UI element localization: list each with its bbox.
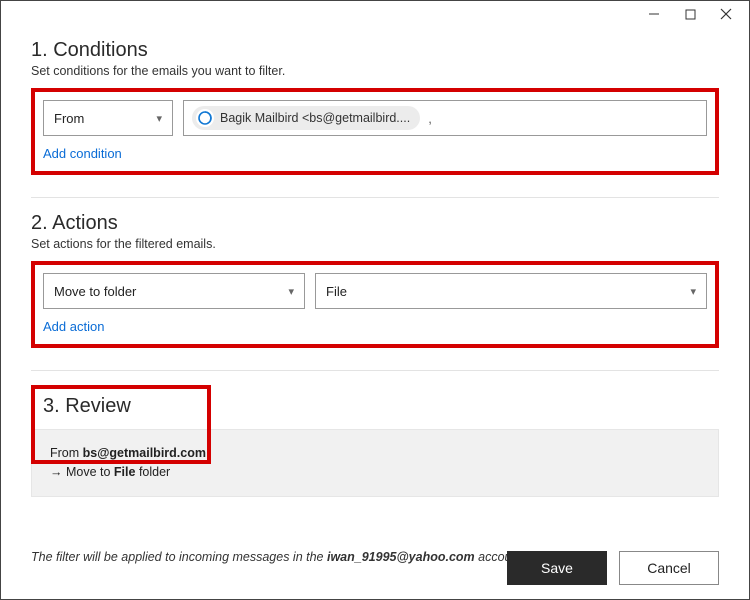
review-action-folder: File [114, 465, 136, 479]
condition-field-select[interactable]: From ▾ [43, 100, 173, 136]
minimize-button[interactable] [647, 7, 661, 21]
review-line-action: → Move to File folder [50, 463, 700, 482]
conditions-highlight-box: From ▾ Bagik Mailbird <bs@getmailbird...… [31, 88, 719, 175]
actions-title: 2. Actions [31, 212, 719, 235]
review-section: 3. Review From bs@getmailbird.com → Move… [31, 385, 719, 464]
review-action-suffix: folder [135, 465, 170, 479]
conditions-title: 1. Conditions [31, 39, 719, 62]
action-type-select[interactable]: Move to folder ▾ [43, 273, 305, 309]
footer-prefix: The filter will be applied to incoming m… [31, 550, 327, 564]
save-button[interactable]: Save [507, 551, 607, 585]
condition-field-label: From [54, 111, 84, 126]
close-button[interactable] [719, 7, 733, 21]
condition-value-input[interactable]: Bagik Mailbird <bs@getmailbird.... , [183, 100, 707, 136]
cancel-button[interactable]: Cancel [619, 551, 719, 585]
review-title: 3. Review [43, 395, 199, 418]
add-condition-link[interactable]: Add condition [43, 146, 122, 161]
dialog-button-bar: Save Cancel [507, 551, 719, 585]
review-highlight-box: 3. Review [31, 385, 211, 464]
conditions-subtitle: Set conditions for the emails you want t… [31, 64, 719, 78]
action-target-label: File [326, 284, 347, 299]
footer-account: iwan_91995@yahoo.com [327, 550, 475, 564]
chip-separator: , [426, 111, 432, 126]
chevron-down-icon: ▾ [690, 285, 696, 298]
divider [31, 370, 719, 371]
window-titlebar [1, 1, 749, 27]
action-target-select[interactable]: File ▾ [315, 273, 707, 309]
chevron-down-icon: ▾ [156, 112, 162, 125]
contact-chip[interactable]: Bagik Mailbird <bs@getmailbird.... [192, 106, 420, 130]
chevron-down-icon: ▾ [288, 285, 294, 298]
maximize-button[interactable] [683, 7, 697, 21]
mailbird-icon [196, 109, 214, 127]
review-action-prefix: → Move to [50, 465, 114, 479]
action-type-label: Move to folder [54, 284, 136, 299]
actions-highlight-box: Move to folder ▾ File ▾ Add action [31, 261, 719, 348]
actions-subtitle: Set actions for the filtered emails. [31, 237, 719, 251]
contact-chip-text: Bagik Mailbird <bs@getmailbird.... [220, 111, 410, 125]
divider [31, 197, 719, 198]
add-action-link[interactable]: Add action [43, 319, 104, 334]
